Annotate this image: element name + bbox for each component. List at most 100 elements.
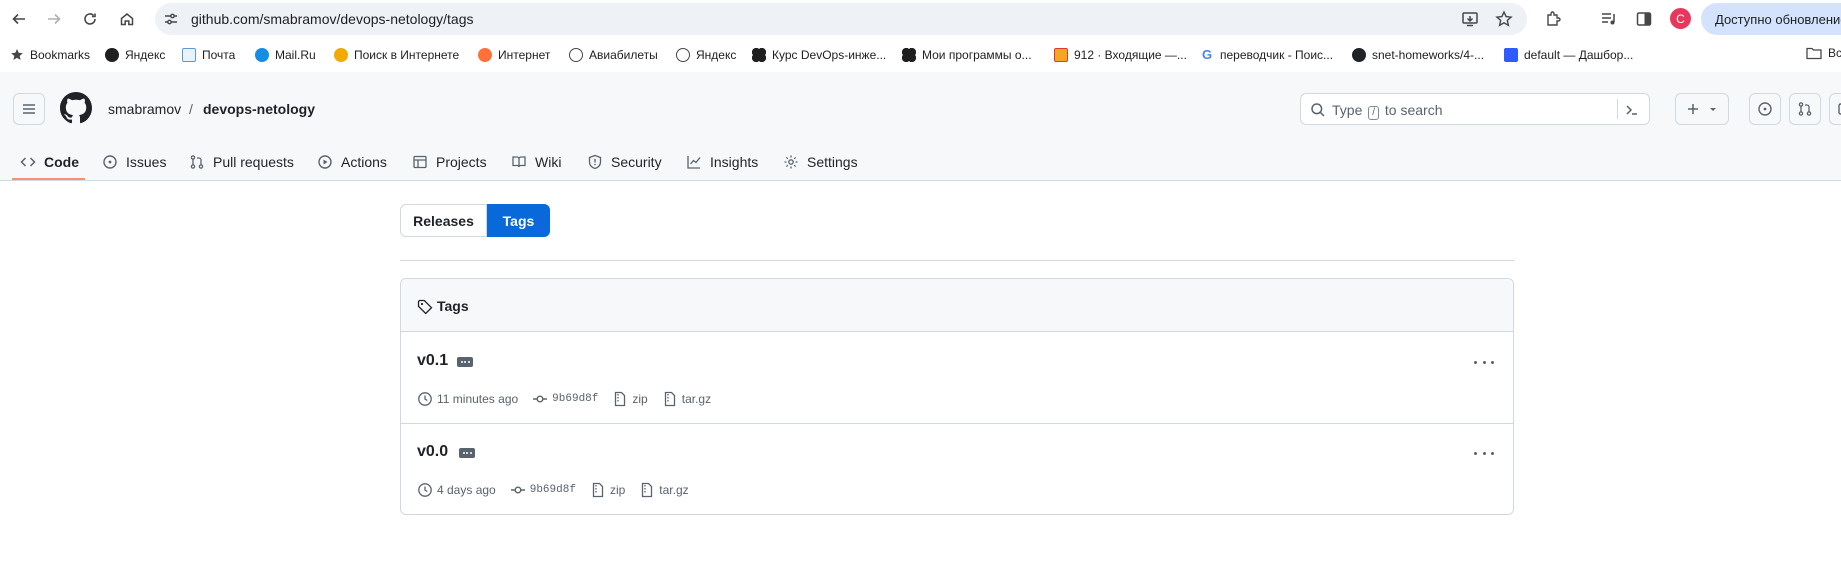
divider — [400, 260, 1514, 261]
tab-settings[interactable]: Settings — [783, 144, 858, 180]
bookmark-item[interactable]: Курс DevOps-инже... — [752, 46, 886, 64]
bookmark-label: Курс DevOps-инже... — [772, 48, 887, 62]
bookmark-item[interactable]: default — Дашбор... — [1504, 46, 1633, 64]
search-input[interactable]: Type / to search — [1300, 93, 1650, 125]
tag-name-link[interactable]: v0.1 — [417, 352, 448, 370]
bookmark-item[interactable]: Mail.Ru — [255, 46, 316, 64]
expand-commit-message-button[interactable] — [459, 448, 475, 458]
yandex-icon — [105, 48, 119, 62]
releases-tab[interactable]: Releases — [400, 204, 487, 237]
zip-download-link[interactable]: zip — [612, 391, 648, 407]
media-controls-icon[interactable] — [1597, 7, 1621, 31]
bookmark-item[interactable]: snet-homeworks/4-... — [1352, 46, 1484, 64]
extensions-icon[interactable] — [1541, 7, 1565, 31]
book-icon — [512, 156, 526, 168]
tags-box-header: Tags — [401, 279, 1513, 332]
bookmark-label: переводчик - Поис... — [1220, 48, 1334, 62]
commit-sha: 9b69d8f — [529, 484, 576, 496]
tag-icon — [417, 299, 433, 315]
tag-name-link[interactable]: v0.0 — [417, 443, 448, 461]
bookmark-item[interactable]: Bookmarks — [10, 46, 90, 64]
github-logo-icon[interactable] — [60, 92, 92, 124]
star-icon — [10, 48, 24, 62]
issues-button[interactable] — [1749, 93, 1781, 125]
tag-commit[interactable]: 9b69d8f — [510, 482, 576, 498]
bookmark-item[interactable]: Авиабилеты — [569, 46, 658, 64]
github-icon — [1352, 48, 1366, 62]
netology-icon — [752, 48, 766, 62]
kebab-menu-icon[interactable] — [1474, 448, 1494, 458]
breadcrumb-separator: / — [189, 101, 193, 117]
yandex-mail-icon — [1054, 48, 1068, 62]
command-palette-icon[interactable] — [1624, 102, 1640, 118]
tag-meta: 11 minutes ago 9b69d8f zip tar.gz — [417, 391, 725, 407]
site-settings-icon[interactable] — [163, 11, 179, 27]
plus-icon — [1688, 104, 1698, 114]
bookmark-item[interactable]: G переводчик - Поис... — [1200, 46, 1333, 64]
create-new-button[interactable] — [1675, 93, 1729, 125]
tag-time: 11 minutes ago — [417, 391, 518, 407]
home-icon[interactable] — [115, 7, 139, 31]
git-commit-icon — [533, 395, 548, 403]
inbox-icon — [1838, 103, 1841, 115]
breadcrumb-owner[interactable]: smabramov — [108, 101, 181, 117]
bookmark-item[interactable]: 912 · Входящие —... — [1054, 46, 1187, 64]
gear-icon — [784, 155, 798, 169]
expand-commit-message-button[interactable] — [457, 357, 473, 367]
update-button[interactable]: Доступно обновление — [1701, 3, 1841, 35]
bookmark-star-icon[interactable] — [1495, 10, 1513, 28]
search-placeholder: Type / to search — [1332, 102, 1443, 120]
shield-icon — [588, 154, 602, 170]
clock-icon — [418, 483, 432, 497]
git-commit-icon — [510, 486, 525, 494]
all-bookmarks-folder[interactable]: Вс — [1806, 46, 1841, 60]
bookmark-item[interactable]: Почта — [182, 46, 235, 64]
zip-download-link[interactable]: zip — [590, 482, 625, 498]
bookmark-item[interactable]: Яндекс — [676, 46, 736, 64]
zip-label: zip — [632, 392, 648, 406]
bookmark-item[interactable]: Интернет — [478, 46, 550, 64]
bookmark-item[interactable]: Поиск в Интернете — [334, 46, 459, 64]
tab-insights[interactable]: Insights — [686, 144, 758, 180]
mail-icon — [182, 48, 196, 62]
side-panel-icon[interactable] — [1632, 7, 1656, 31]
tab-label: Pull requests — [213, 154, 294, 170]
graph-icon — [687, 156, 701, 169]
back-arrow-icon[interactable] — [7, 7, 31, 31]
tab-wiki[interactable]: Wiki — [511, 144, 561, 180]
tags-tab[interactable]: Tags — [487, 204, 550, 237]
targz-download-link[interactable]: tar.gz — [662, 391, 711, 407]
profile-avatar[interactable]: C — [1670, 8, 1691, 29]
tab-code[interactable]: Code — [20, 144, 79, 180]
inbox-button[interactable] — [1829, 93, 1841, 125]
table-icon — [413, 155, 427, 169]
reload-icon[interactable] — [78, 7, 102, 31]
tab-pull-requests[interactable]: Pull requests — [189, 144, 294, 180]
menu-button[interactable] — [13, 93, 45, 125]
address-bar[interactable]: github.com/smabramov/devops-netology/tag… — [155, 3, 1527, 35]
tab-security[interactable]: Security — [587, 144, 662, 180]
breadcrumb-repo[interactable]: devops-netology — [203, 101, 315, 117]
bookmark-item[interactable]: Мои программы о... — [902, 46, 1032, 64]
tag-commit[interactable]: 9b69d8f — [532, 391, 598, 407]
tab-label: Settings — [807, 154, 858, 170]
pull-requests-button[interactable] — [1789, 93, 1821, 125]
hamburger-icon — [23, 104, 35, 114]
globe-icon — [569, 48, 583, 62]
bookmark-label: Интернет — [498, 48, 551, 62]
search-prefix: Type — [1332, 102, 1363, 118]
google-icon: G — [1201, 47, 1213, 62]
tab-issues[interactable]: Issues — [102, 144, 166, 180]
file-zip-icon — [592, 482, 604, 498]
tab-projects[interactable]: Projects — [412, 144, 487, 180]
targz-label: tar.gz — [659, 483, 689, 497]
kebab-menu-icon[interactable] — [1474, 357, 1494, 367]
targz-label: tar.gz — [681, 392, 712, 406]
forward-arrow-icon[interactable] — [42, 7, 66, 31]
install-app-icon[interactable] — [1461, 10, 1479, 28]
commit-sha: 9b69d8f — [552, 393, 599, 405]
targz-download-link[interactable]: tar.gz — [639, 482, 689, 498]
tab-actions[interactable]: Actions — [317, 144, 387, 180]
bookmark-item[interactable]: Яндекс — [105, 46, 165, 64]
search-key-icon — [334, 48, 348, 62]
